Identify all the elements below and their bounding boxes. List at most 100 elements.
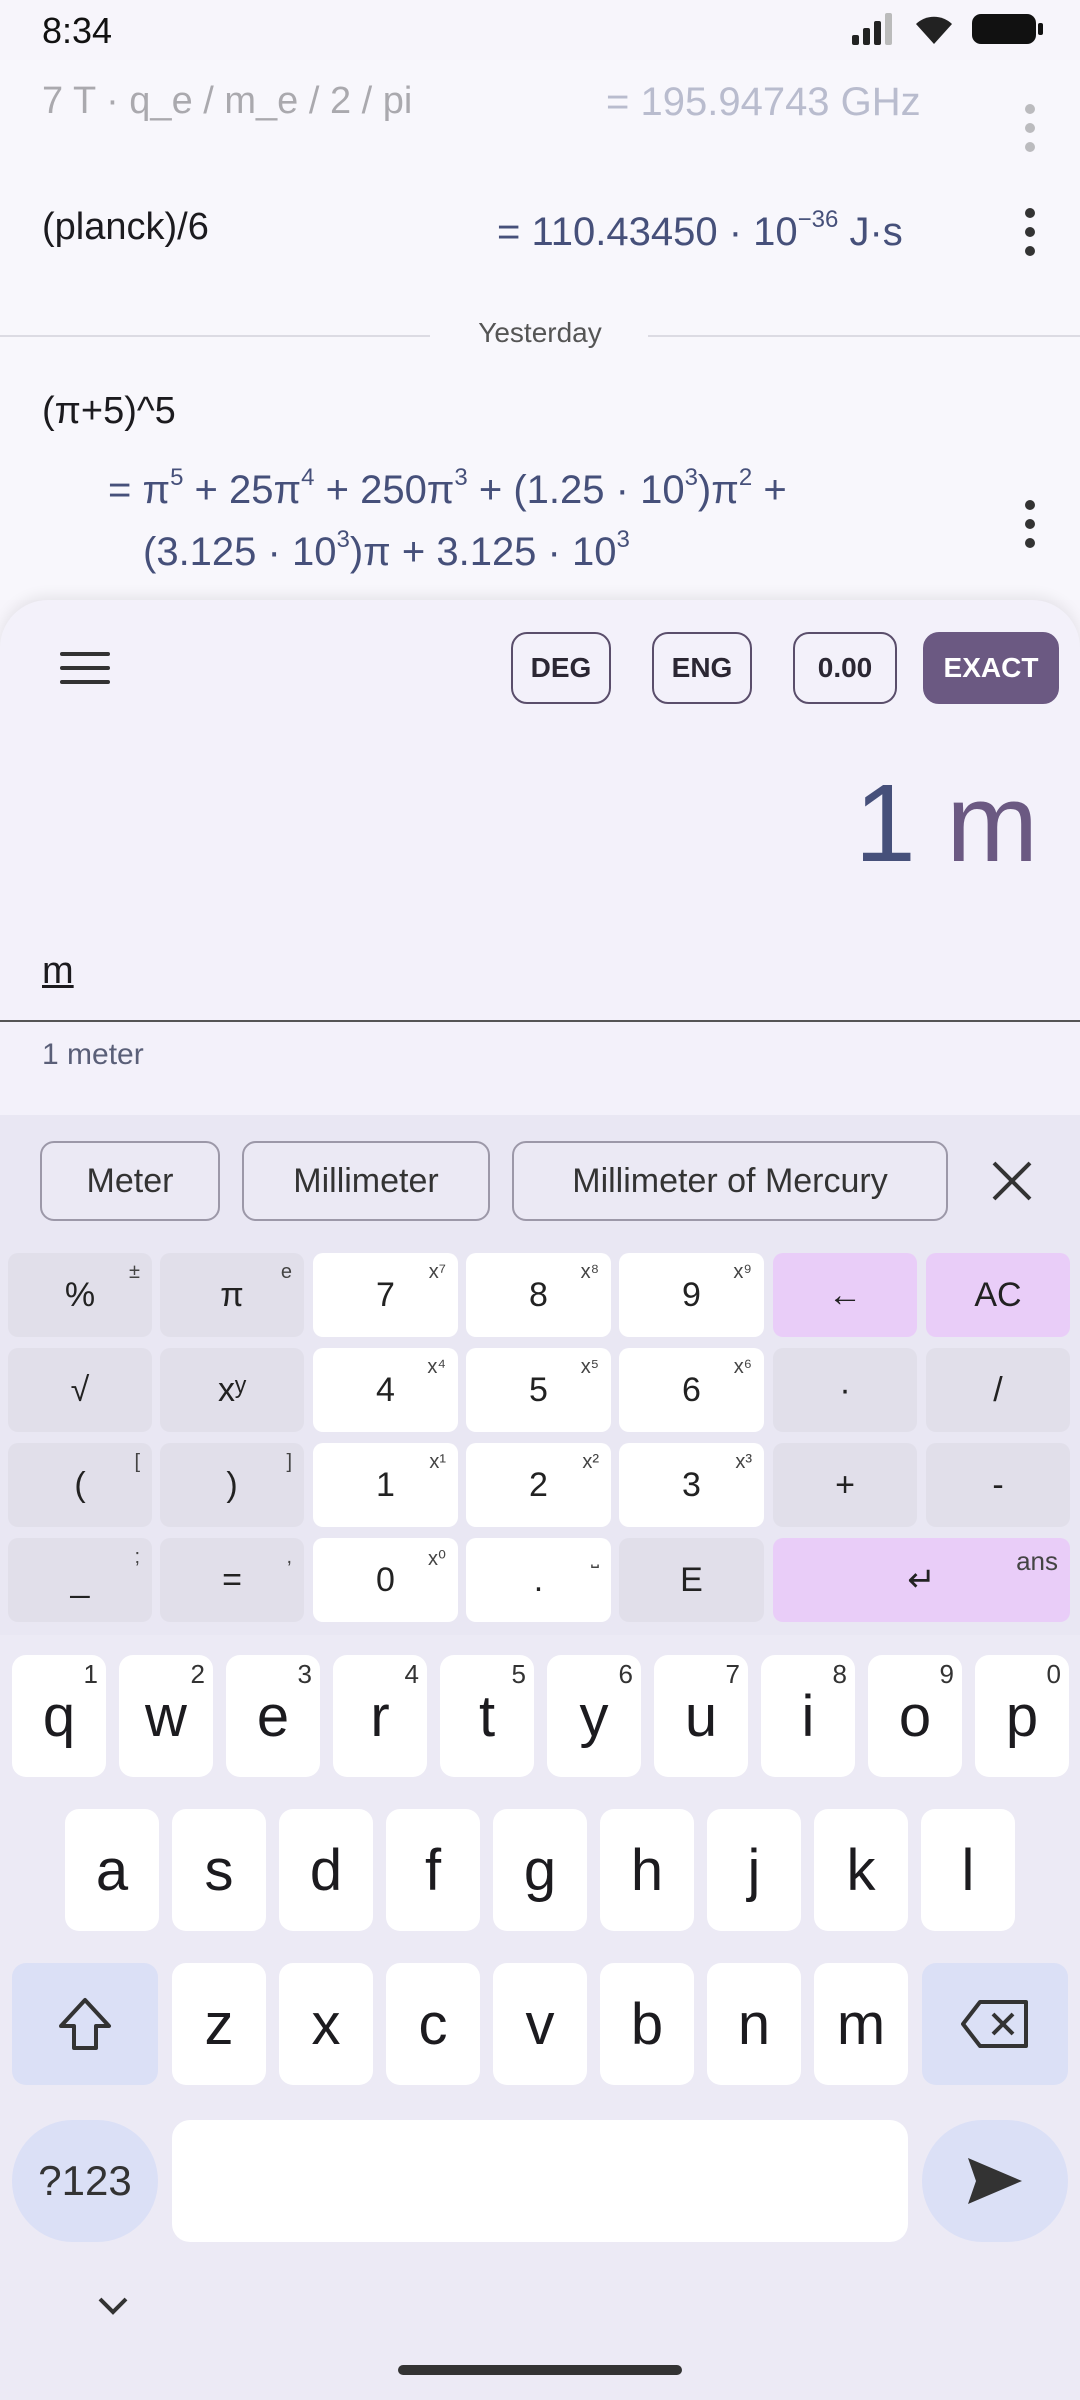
backspace-key[interactable]: ← bbox=[773, 1253, 917, 1337]
exponent-key[interactable]: E bbox=[619, 1538, 764, 1622]
key-c[interactable]: c bbox=[386, 1963, 480, 2085]
key-p[interactable]: p0 bbox=[975, 1655, 1069, 1777]
key-z[interactable]: z bbox=[172, 1963, 266, 2085]
key-2[interactable]: 2 x² bbox=[466, 1443, 611, 1527]
key-o[interactable]: o9 bbox=[868, 1655, 962, 1777]
backspace-icon bbox=[961, 2000, 1028, 2048]
result-exponent: −36 bbox=[797, 206, 839, 233]
history-item[interactable]: 7 T · q_e / m_e / 2 / pi = 195.94743 GHz bbox=[0, 80, 1080, 152]
battery-icon bbox=[972, 14, 1043, 44]
status-icons bbox=[852, 12, 1044, 46]
key-8[interactable]: 8 x⁸ bbox=[466, 1253, 611, 1337]
status-bar: 8:34 bbox=[0, 0, 1080, 60]
input-underline bbox=[0, 1020, 1080, 1022]
more-options-icon[interactable] bbox=[1024, 500, 1036, 548]
key-0[interactable]: 0 x⁰ bbox=[313, 1538, 458, 1622]
enter-key[interactable]: ↵ ans bbox=[773, 1538, 1070, 1622]
history-list[interactable]: 7 T · q_e / m_e / 2 / pi = 195.94743 GHz… bbox=[0, 60, 1080, 600]
history-item[interactable]: (π+5)^5 = π5 + 25π4 + 250π3 + (1.25 · 10… bbox=[0, 390, 1080, 590]
key-r[interactable]: r4 bbox=[333, 1655, 427, 1777]
key-6[interactable]: 6 x⁶ bbox=[619, 1348, 764, 1432]
space-bar[interactable] bbox=[172, 2120, 908, 2242]
pi-key[interactable]: πe bbox=[160, 1253, 304, 1337]
key-j[interactable]: j bbox=[707, 1809, 801, 1931]
key-e[interactable]: e3 bbox=[226, 1655, 320, 1777]
more-options-icon[interactable] bbox=[1024, 208, 1036, 256]
history-expression: 7 T · q_e / m_e / 2 / pi bbox=[42, 80, 413, 122]
divide-key[interactable]: / bbox=[926, 1348, 1070, 1432]
clear-all-key[interactable]: AC bbox=[926, 1253, 1070, 1337]
suggestion-chip[interactable]: Millimeter bbox=[242, 1141, 490, 1221]
key-s[interactable]: s bbox=[172, 1809, 266, 1931]
chevron-down-icon[interactable] bbox=[96, 2295, 130, 2317]
power-key[interactable]: xʸ bbox=[160, 1348, 304, 1432]
plus-key[interactable]: + bbox=[773, 1443, 917, 1527]
key-g[interactable]: g bbox=[493, 1809, 587, 1931]
unit-hint: 1 meter bbox=[42, 1038, 144, 1071]
key-4[interactable]: 4 x⁴ bbox=[313, 1348, 458, 1432]
symbols-key[interactable]: ?123 bbox=[12, 2120, 158, 2242]
angle-mode-button[interactable]: DEG bbox=[511, 632, 611, 704]
key-a[interactable]: a bbox=[65, 1809, 159, 1931]
underscore-key[interactable]: _; bbox=[8, 1538, 152, 1622]
right-paren-key[interactable]: )] bbox=[160, 1443, 304, 1527]
key-3[interactable]: 3 x³ bbox=[619, 1443, 764, 1527]
decimal-key[interactable]: . ⎵ bbox=[466, 1538, 611, 1622]
history-item[interactable]: (planck)/6 = 110.43450 · 10−36 J·s bbox=[0, 206, 1080, 276]
equals-key[interactable]: =, bbox=[160, 1538, 304, 1622]
key-f[interactable]: f bbox=[386, 1809, 480, 1931]
divider-line bbox=[648, 335, 1080, 337]
multiply-key[interactable]: · bbox=[773, 1348, 917, 1432]
result-unit: J·s bbox=[838, 210, 903, 254]
send-key[interactable] bbox=[922, 2120, 1068, 2242]
notation-mode-button[interactable]: ENG bbox=[652, 632, 752, 704]
key-v[interactable]: v bbox=[493, 1963, 587, 2085]
home-indicator[interactable] bbox=[398, 2365, 682, 2375]
history-result: = 110.43450 · 10−36 J·s bbox=[497, 206, 903, 255]
key-t[interactable]: t5 bbox=[440, 1655, 534, 1777]
key-9[interactable]: 9 x⁹ bbox=[619, 1253, 764, 1337]
key-m[interactable]: m bbox=[814, 1963, 908, 2085]
suggestion-bar: Meter Millimeter Millimeter of Mercury bbox=[0, 1115, 1080, 1245]
suggestion-chip[interactable]: Meter bbox=[40, 1141, 220, 1221]
history-result-line: (3.125 · 103)π + 3.125 · 103 bbox=[143, 526, 630, 574]
history-result-line: = π5 + 25π4 + 250π3 + (1.25 · 103)π2 + bbox=[108, 464, 787, 512]
more-options-icon[interactable] bbox=[1024, 104, 1036, 152]
key-h[interactable]: h bbox=[600, 1809, 694, 1931]
key-x[interactable]: x bbox=[279, 1963, 373, 2085]
key-u[interactable]: u7 bbox=[654, 1655, 748, 1777]
date-label: Yesterday bbox=[478, 317, 602, 348]
result-unit: m bbox=[946, 762, 1038, 885]
date-divider: Yesterday bbox=[0, 315, 1080, 355]
percent-key[interactable]: % ± bbox=[8, 1253, 152, 1337]
menu-icon[interactable] bbox=[60, 652, 110, 684]
key-l[interactable]: l bbox=[921, 1809, 1015, 1931]
delete-key[interactable] bbox=[922, 1963, 1068, 2085]
result-display: 1 m bbox=[855, 760, 1038, 887]
key-d[interactable]: d bbox=[279, 1809, 373, 1931]
left-paren-key[interactable]: ([ bbox=[8, 1443, 152, 1527]
key-i[interactable]: i8 bbox=[761, 1655, 855, 1777]
sqrt-key[interactable]: √ bbox=[8, 1348, 152, 1432]
key-q[interactable]: q1 bbox=[12, 1655, 106, 1777]
wifi-icon bbox=[916, 16, 952, 44]
exact-mode-button[interactable]: EXACT bbox=[923, 632, 1059, 704]
history-result: = 195.94743 GHz bbox=[606, 80, 921, 124]
key-5[interactable]: 5 x⁵ bbox=[466, 1348, 611, 1432]
shift-key[interactable] bbox=[12, 1963, 158, 2085]
key-k[interactable]: k bbox=[814, 1809, 908, 1931]
expression-input[interactable]: m bbox=[42, 950, 74, 993]
key-w[interactable]: w2 bbox=[119, 1655, 213, 1777]
soft-keyboard: q1w2e3r4t5y6u7i8o9p0 asdfghjkl zxcvbnm ?… bbox=[0, 1635, 1080, 2400]
close-icon[interactable] bbox=[984, 1153, 1040, 1209]
suggestion-chip[interactable]: Millimeter of Mercury bbox=[512, 1141, 948, 1221]
result-mantissa: = 110.43450 · 10 bbox=[497, 210, 798, 254]
key-b[interactable]: b bbox=[600, 1963, 694, 2085]
minus-key[interactable]: - bbox=[926, 1443, 1070, 1527]
key-n[interactable]: n bbox=[707, 1963, 801, 2085]
key-y[interactable]: y6 bbox=[547, 1655, 641, 1777]
key-7[interactable]: 7 x⁷ bbox=[313, 1253, 458, 1337]
send-icon bbox=[968, 2158, 1022, 2204]
key-1[interactable]: 1 x¹ bbox=[313, 1443, 458, 1527]
precision-button[interactable]: 0.00 bbox=[793, 632, 897, 704]
